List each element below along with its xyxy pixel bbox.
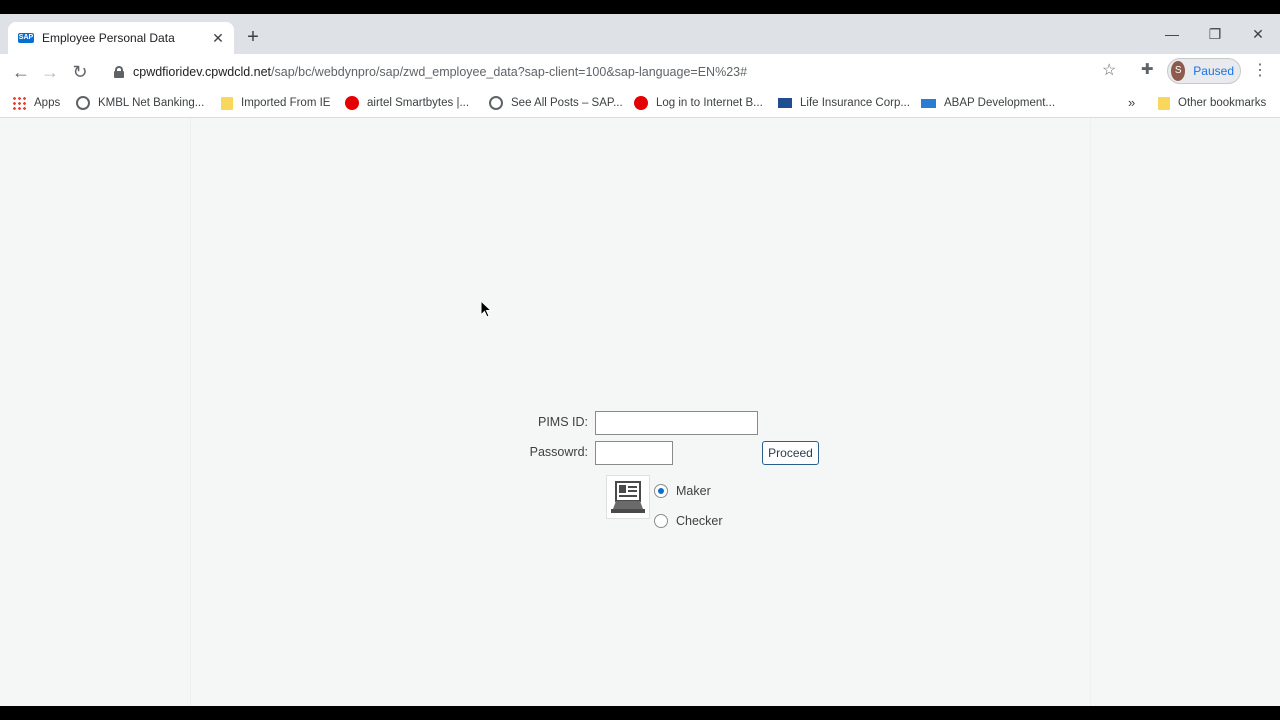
mouse-cursor-icon	[480, 299, 493, 323]
user-profile-card-icon	[606, 475, 650, 519]
back-icon[interactable]: ←	[9, 60, 33, 84]
password-input[interactable]	[595, 441, 673, 465]
password-label: Passowrd:	[529, 445, 588, 459]
more-menu-icon[interactable]: ⋮	[1252, 60, 1268, 80]
profile-status: Paused	[1193, 64, 1234, 78]
checker-label[interactable]: Checker	[676, 514, 723, 528]
folder-icon	[221, 96, 233, 110]
checker-radio[interactable]	[654, 514, 668, 528]
close-window-icon[interactable]: ✕	[1248, 24, 1268, 44]
extensions-puzzle-icon[interactable]: ✚	[1141, 60, 1154, 78]
maker-label[interactable]: Maker	[676, 484, 711, 498]
grid-divider	[190, 118, 191, 706]
airtel-icon	[345, 96, 359, 110]
pims-id-input[interactable]	[595, 411, 758, 435]
tab-title: Employee Personal Data	[42, 31, 175, 45]
grid-divider	[1090, 118, 1091, 706]
globe-icon	[76, 96, 90, 110]
bookmark-airtel[interactable]: airtel Smartbytes |...	[345, 93, 469, 113]
folder-icon	[1158, 96, 1170, 110]
minimize-icon[interactable]: —	[1162, 24, 1182, 44]
page-content: PIMS ID: Passowrd: Proceed Maker Checker	[0, 118, 1280, 706]
proceed-button[interactable]: Proceed	[762, 441, 819, 465]
close-tab-icon[interactable]: ✕	[210, 30, 226, 46]
maker-radio[interactable]	[654, 484, 668, 498]
bookmark-lic[interactable]: Life Insurance Corp...	[778, 93, 910, 113]
forward-icon[interactable]: →	[38, 60, 62, 84]
lic-icon	[778, 98, 792, 108]
address-bar[interactable]: cpwdfioridev.cpwdcld.net/sap/bc/webdynpr…	[104, 57, 1130, 87]
globe-icon	[489, 96, 503, 110]
browser-toolbar: ← → ↻ cpwdfioridev.cpwdcld.net/sap/bc/we…	[0, 54, 1280, 90]
bookmark-kmbl[interactable]: KMBL Net Banking...	[76, 93, 204, 113]
other-bookmarks[interactable]: Other bookmarks	[1158, 93, 1266, 113]
bookmark-apps[interactable]: Apps	[12, 93, 60, 113]
airtel-icon	[634, 96, 648, 110]
bookmark-internet-banking[interactable]: Log in to Internet B...	[634, 93, 763, 113]
bookmark-star-icon[interactable]: ☆	[1102, 60, 1116, 80]
new-tab-icon[interactable]: +	[244, 27, 262, 47]
avatar: S	[1171, 61, 1186, 81]
pims-id-label: PIMS ID:	[537, 415, 588, 429]
more-bookmarks-chevron-icon[interactable]: »	[1128, 95, 1135, 110]
url-text: cpwdfioridev.cpwdcld.net/sap/bc/webdynpr…	[133, 65, 748, 79]
bookmark-imported-from-ie[interactable]: Imported From IE	[221, 93, 330, 113]
browser-chrome: SAP Employee Personal Data ✕ + — ❐ ✕ ← →…	[0, 14, 1280, 118]
bookmarks-bar: Apps KMBL Net Banking... Imported From I…	[0, 90, 1280, 118]
sap-icon	[921, 98, 936, 108]
tab-employee-personal-data[interactable]: SAP Employee Personal Data ✕	[8, 22, 234, 54]
bookmark-abap[interactable]: ABAP Development...	[921, 93, 1055, 113]
sap-favicon-icon: SAP	[18, 33, 34, 43]
lock-icon	[114, 66, 124, 78]
screen: SAP Employee Personal Data ✕ + — ❐ ✕ ← →…	[0, 0, 1280, 720]
apps-grid-icon	[12, 96, 26, 110]
restore-icon[interactable]: ❐	[1205, 24, 1225, 44]
reload-icon[interactable]: ↻	[68, 60, 92, 84]
profile-button[interactable]: S Paused	[1167, 58, 1241, 84]
tab-strip: SAP Employee Personal Data ✕ + — ❐ ✕	[0, 14, 1280, 54]
bookmark-sap-posts[interactable]: See All Posts – SAP...	[489, 93, 623, 113]
